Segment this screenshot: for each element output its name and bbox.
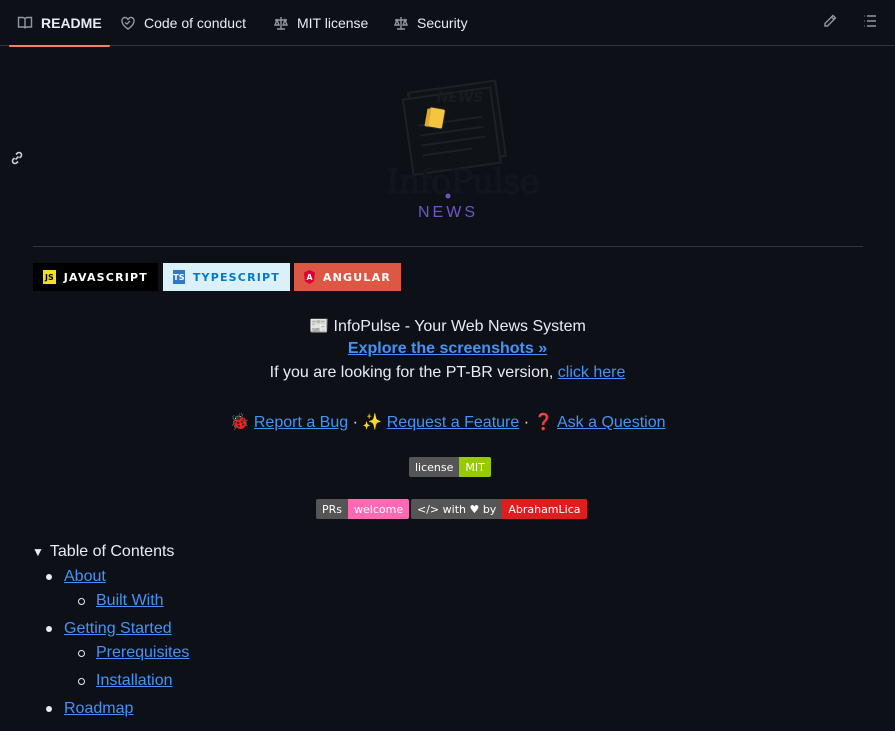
badge-label: TYPESCRIPT [192, 270, 280, 284]
newspaper-emoji-icon [424, 106, 446, 130]
logo-subtitle: NEWS [418, 204, 478, 221]
outline-button[interactable] [862, 13, 882, 33]
screenshots-line: Explore the screenshots » [0, 340, 895, 358]
shield-value: welcome [348, 499, 410, 519]
bullet [78, 598, 85, 605]
separator: · [523, 414, 530, 431]
angular-icon: A [304, 270, 315, 284]
code-of-conduct-icon [121, 16, 135, 30]
ptbr-text: If you are looking for the PT-BR version… [269, 364, 554, 381]
project-tagline: 📰 InfoPulse - Your Web News System [0, 316, 895, 336]
toc-link[interactable]: Prerequisites [96, 644, 189, 661]
typescript-badge[interactable]: TS TYPESCRIPT [163, 263, 290, 291]
bullet [46, 574, 52, 580]
request-feature-link[interactable]: Request a Feature [387, 414, 520, 431]
toc-item-prerequisites: Prerequisites [78, 644, 189, 662]
explore-screenshots-link[interactable]: Explore the screenshots » [348, 340, 547, 357]
tab-code-of-conduct[interactable]: Code of conduct [120, 0, 246, 46]
toc-item-about: About [46, 568, 106, 586]
book-icon [17, 16, 33, 29]
toc-link[interactable]: Installation [96, 672, 173, 689]
toc-link[interactable]: About [64, 568, 106, 585]
made-with-love-shield[interactable]: </> with ♥ by AbrahamLica [411, 499, 587, 519]
license-shield[interactable]: license MIT [409, 457, 491, 477]
ptbr-link[interactable]: click here [558, 364, 626, 381]
tab-label: README [41, 15, 102, 31]
toc-title: Table of Contents [49, 543, 175, 560]
toc-item-installation: Installation [78, 672, 173, 690]
bullet [78, 678, 85, 685]
toc-link[interactable]: Roadmap [64, 700, 133, 717]
logo-wordmark: InfoPulse [386, 162, 540, 202]
tab-mit-license[interactable]: MIT license [273, 0, 368, 46]
action-links: 🐞 Report a Bug · ✨ Request a Feature · ❓… [0, 412, 895, 432]
edit-file-button[interactable] [822, 13, 842, 33]
link-icon [11, 151, 23, 165]
readme-tab-bar: README Code of conduct MIT license Secur… [0, 0, 895, 47]
prs-welcome-shield[interactable]: PRs welcome [316, 499, 410, 519]
pencil-icon [824, 14, 837, 27]
bug-icon: 🐞 [229, 414, 250, 431]
logo-badge-text: NEWS [437, 90, 484, 106]
bullet [78, 650, 85, 657]
shield-value: MIT [459, 457, 491, 477]
shield-label: license [409, 457, 460, 477]
tagline-text: InfoPulse - Your Web News System [333, 318, 586, 335]
shield-label: PRs [316, 499, 349, 519]
badge-label: ANGULAR [322, 270, 391, 284]
ask-question-link[interactable]: Ask a Question [557, 414, 666, 431]
angular-badge[interactable]: A ANGULAR [294, 263, 401, 291]
law-icon [393, 17, 409, 30]
toc-item-getting-started: Getting Started [46, 620, 172, 638]
javascript-icon: JS [43, 270, 56, 284]
triangle-down-icon: ▼ [32, 545, 44, 559]
heading-anchor-link[interactable] [9, 150, 27, 168]
tab-label: Security [417, 15, 468, 31]
badge-label: JAVASCRIPT [63, 270, 148, 284]
newspaper-icon: 📰 [309, 318, 330, 335]
javascript-badge[interactable]: JS JAVASCRIPT [33, 263, 158, 291]
typescript-icon: TS [173, 270, 185, 284]
tab-security[interactable]: Security [393, 0, 468, 46]
toc-link[interactable]: Built With [96, 592, 164, 609]
toc-item-built-with: Built With [78, 592, 164, 610]
sparkles-icon: ✨ [362, 414, 383, 431]
tab-readme[interactable]: README [9, 0, 110, 47]
toc-item-roadmap: Roadmap [46, 700, 133, 718]
divider [33, 246, 863, 247]
report-bug-link[interactable]: Report a Bug [254, 414, 348, 431]
toc-toggle[interactable]: ▼ Table of Contents [32, 543, 174, 561]
bullet [46, 706, 52, 712]
shield-label: </> with ♥ by [411, 499, 503, 519]
tab-label: Code of conduct [144, 15, 246, 31]
tab-label: MIT license [297, 15, 369, 31]
ptbr-line: If you are looking for the PT-BR version… [0, 364, 895, 382]
bullet [46, 626, 52, 632]
question-icon: ❓ [533, 414, 554, 431]
list-icon [864, 15, 876, 27]
law-icon [273, 17, 289, 30]
shield-value: AbrahamLica [502, 499, 587, 519]
toc-link[interactable]: Getting Started [64, 620, 172, 637]
separator: · [352, 414, 358, 431]
